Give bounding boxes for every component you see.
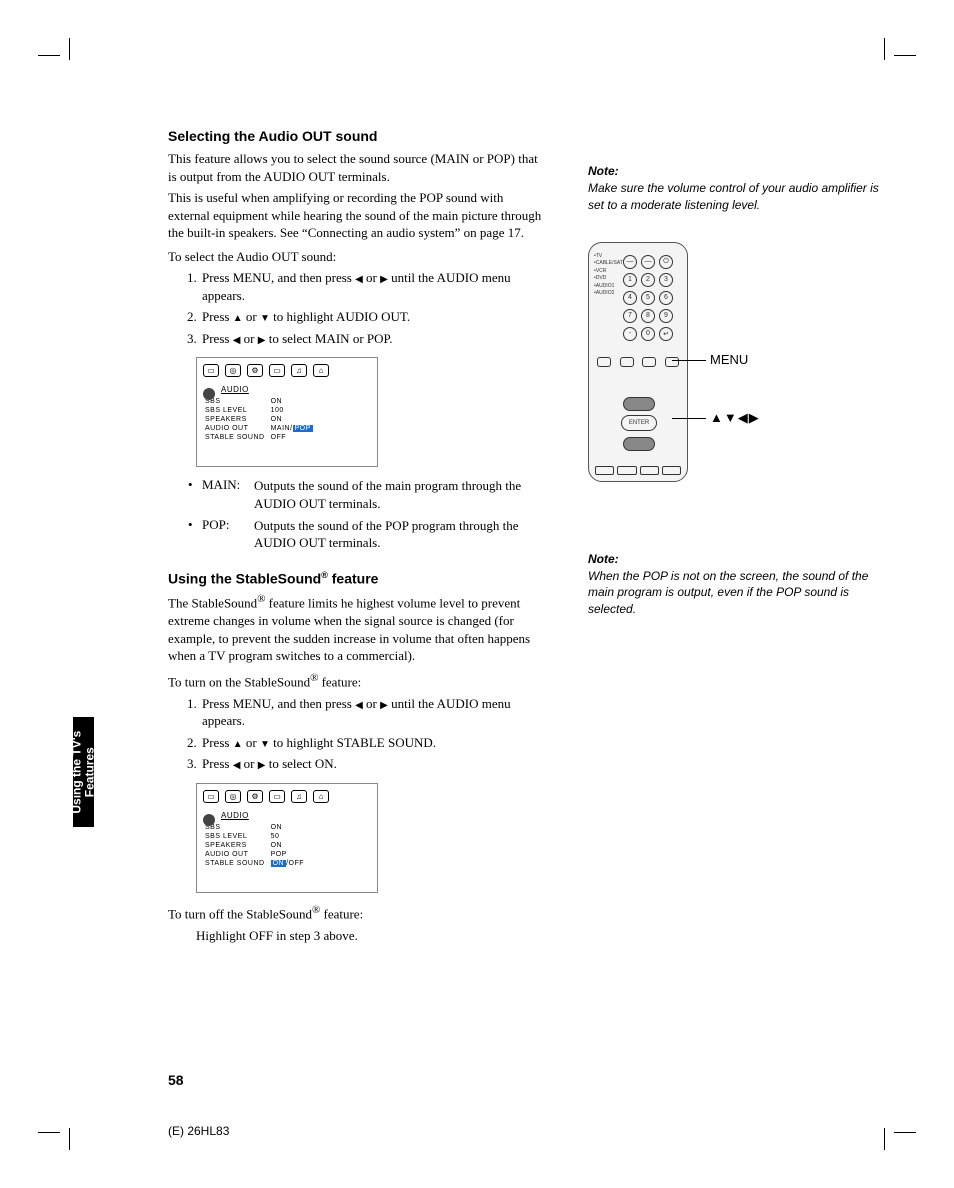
osd-value: 50 (271, 833, 308, 840)
crop-mark (38, 38, 74, 74)
osd-screenshot: ▭◎⚙▭♫⌂ AUDIO SBSON SBS LEVEL50 SPEAKERSO… (196, 783, 378, 893)
t: Press MENU, and then press (202, 696, 355, 711)
osd-label: SBS LEVEL (205, 833, 269, 840)
osd-value: /OFF (286, 860, 304, 867)
bullet: • (188, 477, 202, 512)
t: or (240, 331, 257, 346)
step: Press MENU, and then press ◀ or ▶ until … (200, 269, 548, 304)
osd-value: 100 (271, 407, 317, 414)
t: or (363, 696, 380, 711)
osd-value: ON (271, 398, 317, 405)
t: or (240, 756, 257, 771)
left-arrow-icon: ◀ (355, 700, 363, 711)
page-number: 58 (168, 1072, 184, 1088)
t: to highlight AUDIO OUT. (270, 309, 410, 324)
crop-mark (38, 1114, 74, 1150)
t: Press (202, 756, 233, 771)
body-text: This is useful when amplifying or record… (168, 189, 548, 242)
t: Press (202, 309, 233, 324)
osd-label: STABLE SOUND (205, 860, 269, 867)
callout-label: ▲▼◀▶ (710, 410, 760, 425)
t: feature: (320, 906, 363, 921)
step: Press ◀ or ▶ to select MAIN or POP. (200, 330, 548, 348)
def-desc: Outputs the sound of the main program th… (254, 477, 548, 512)
t: to select MAIN or POP. (265, 331, 392, 346)
t: Using the StableSound (168, 570, 321, 586)
osd-label: STABLE SOUND (205, 434, 269, 441)
osd-value: OFF (271, 434, 317, 441)
bullet: • (188, 517, 202, 552)
osd-label: SPEAKERS (205, 416, 269, 423)
down-arrow-icon: ▼ (260, 313, 270, 324)
step: Press MENU, and then press ◀ or ▶ until … (200, 695, 548, 730)
t: To turn off the StableSound (168, 906, 312, 921)
t: or (243, 309, 260, 324)
step: Press ▲ or ▼ to highlight AUDIO OUT. (200, 308, 548, 326)
osd-label: SBS LEVEL (205, 407, 269, 414)
crop-mark (880, 38, 916, 74)
osd-highlight: POP (293, 425, 313, 432)
note-body: Make sure the volume control of your aud… (588, 180, 888, 214)
note-body: When the POP is not on the screen, the s… (588, 568, 888, 618)
device-list: •TV •CABLE/SAT •VCR •DVD •AUDIO1 •AUDIO2 (594, 253, 623, 298)
up-arrow-icon: ▲ (233, 739, 243, 750)
up-arrow-icon: ▲ (233, 313, 243, 324)
osd-value: POP (271, 851, 308, 858)
section-tab: Using the TV's Features (73, 717, 94, 827)
t: feature: (318, 674, 361, 689)
callout-label: MENU (710, 352, 748, 367)
osd-title: AUDIO (221, 385, 371, 394)
t: or (363, 270, 380, 285)
t: Press (202, 735, 233, 750)
t: To turn on the StableSound (168, 674, 310, 689)
def-label: MAIN: (202, 477, 254, 512)
osd-label: SPEAKERS (205, 842, 269, 849)
osd-value: MAIN/ (271, 425, 293, 432)
instruction-lead: To select the Audio OUT sound: (168, 248, 548, 266)
t: Press MENU, and then press (202, 270, 355, 285)
def-label: POP: (202, 517, 254, 552)
registered-icon: ® (321, 570, 328, 580)
step: Press ◀ or ▶ to select ON. (200, 755, 548, 773)
section-heading: Selecting the Audio OUT sound (168, 128, 548, 144)
note-heading: Note: (588, 552, 888, 566)
right-arrow-icon: ▶ (380, 700, 388, 711)
osd-screenshot: ▭◎⚙▭♫⌂ AUDIO SBSON SBS LEVEL100 SPEAKERS… (196, 357, 378, 467)
t: feature (328, 570, 379, 586)
registered-icon: ® (312, 904, 320, 916)
down-arrow-icon: ▼ (260, 739, 270, 750)
instruction-lead: To turn on the StableSound® feature: (168, 671, 548, 691)
body-text: This feature allows you to select the so… (168, 150, 548, 185)
t: The StableSound (168, 596, 257, 611)
osd-label: AUDIO OUT (205, 851, 269, 858)
crop-mark (880, 1114, 916, 1150)
osd-title: AUDIO (221, 811, 371, 820)
left-arrow-icon: ◀ (355, 274, 363, 285)
osd-value: ON (271, 842, 308, 849)
def-desc: Outputs the sound of the POP program thr… (254, 517, 548, 552)
osd-highlight: ON (271, 860, 287, 867)
t: to highlight STABLE SOUND. (270, 735, 436, 750)
body-text: Highlight OFF in step 3 above. (196, 927, 548, 945)
enter-button: ENTER (621, 415, 657, 431)
t: to select ON. (265, 756, 336, 771)
osd-label: AUDIO OUT (205, 425, 269, 432)
right-arrow-icon: ▶ (380, 274, 388, 285)
instruction-lead: To turn off the StableSound® feature: (168, 903, 548, 923)
body-text: The StableSound® feature limits he highe… (168, 592, 548, 665)
t: Press (202, 331, 233, 346)
osd-value: ON (271, 824, 308, 831)
osd-label: SBS (205, 398, 269, 405)
step: Press ▲ or ▼ to highlight STABLE SOUND. (200, 734, 548, 752)
note-heading: Note: (588, 164, 888, 178)
section-heading: Using the StableSound® feature (168, 570, 548, 587)
osd-value: ON (271, 416, 317, 423)
osd-label: SBS (205, 824, 269, 831)
footer-code: (E) 26HL83 (168, 1124, 229, 1138)
t: or (243, 735, 260, 750)
remote-illustration: •TV •CABLE/SAT •VCR •DVD •AUDIO1 •AUDIO2… (588, 242, 688, 482)
